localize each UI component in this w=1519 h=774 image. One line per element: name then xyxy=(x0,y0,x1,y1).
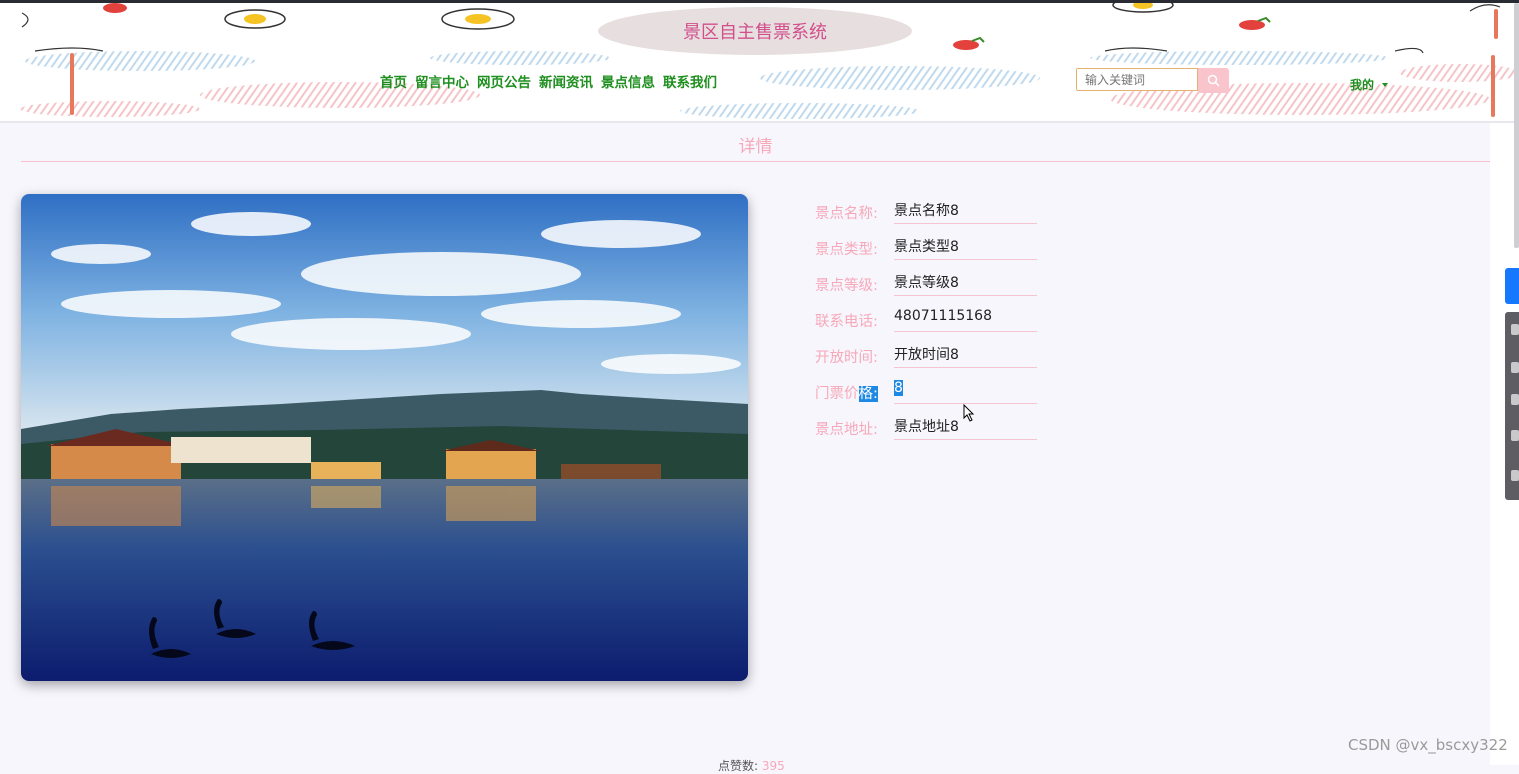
search-icon xyxy=(1207,74,1220,87)
detail-value: 景点名称8 xyxy=(894,203,959,219)
watermark: CSDN @vx_bscxy322 xyxy=(1348,736,1508,754)
detail-row-type: 景点类型: 景点类型8 xyxy=(815,232,1058,268)
detail-label: 景点等级: xyxy=(815,278,878,294)
search-input[interactable] xyxy=(1076,68,1198,91)
nav-contact[interactable]: 联系我们 xyxy=(663,71,717,91)
detail-value: 8 xyxy=(894,380,903,396)
detail-label: 景点类型: xyxy=(815,242,878,258)
nav-home[interactable]: 首页 xyxy=(380,71,407,91)
detail-row-phone: 联系电话: 48071115168 xyxy=(815,304,1058,340)
detail-row-hours: 开放时间: 开放时间8 xyxy=(815,340,1058,376)
mouse-cursor-icon xyxy=(963,404,975,422)
user-menu-label: 我的 xyxy=(1350,78,1375,92)
title-divider xyxy=(21,161,1490,162)
scrollbar-thumb[interactable] xyxy=(1514,3,1519,248)
site-title: 景区自主售票系统 xyxy=(598,7,912,55)
detail-row-price: 门票价格: 8 xyxy=(815,376,1058,412)
toolbar-icon[interactable] xyxy=(1511,394,1519,405)
detail-label: 景点名称: xyxy=(815,206,878,222)
detail-label: 开放时间: xyxy=(815,350,878,366)
detail-value-selected: 8 xyxy=(894,380,903,396)
chevron-down-icon xyxy=(1382,82,1389,87)
nav-news[interactable]: 新闻资讯 xyxy=(539,71,593,91)
detail-value: 景点类型8 xyxy=(894,239,959,255)
side-toolbar[interactable] xyxy=(1505,312,1519,500)
detail-label: 联系电话: xyxy=(815,314,878,330)
detail-label-plain: 门票价 xyxy=(815,386,859,402)
detail-underline xyxy=(894,295,1037,296)
detail-underline xyxy=(894,259,1037,260)
detail-value: 48071115168 xyxy=(894,308,992,324)
detail-value: 开放时间8 xyxy=(894,347,959,363)
main-nav: 首页 留言中心 网页公告 新闻资讯 景点信息 联系我们 xyxy=(380,71,717,91)
detail-panel: 详情 景点名称: 景点名称8 景点类型: 景点类型8 景点等级: 景点等级8 联… xyxy=(21,123,1490,765)
search-button[interactable] xyxy=(1198,68,1229,93)
toolbar-icon[interactable] xyxy=(1511,362,1519,373)
site-header: 景区自主售票系统 首页 留言中心 网页公告 新闻资讯 景点信息 联系我们 我的 xyxy=(0,3,1519,121)
page-title: 详情 xyxy=(738,137,773,157)
detail-value: 景点等级8 xyxy=(894,275,959,291)
detail-label: 景点地址: xyxy=(815,422,878,438)
toolbar-icon[interactable] xyxy=(1511,324,1519,335)
likes-label: 点赞数: xyxy=(718,759,759,773)
detail-underline xyxy=(894,223,1037,224)
side-floating-button[interactable] xyxy=(1505,268,1519,304)
toolbar-icon[interactable] xyxy=(1511,430,1519,441)
likes-value: 395 xyxy=(761,759,785,773)
detail-label: 门票价格: xyxy=(815,382,878,403)
detail-underline xyxy=(894,367,1037,368)
detail-underline xyxy=(894,439,1037,440)
nav-message-center[interactable]: 留言中心 xyxy=(415,71,469,91)
scenic-details: 景点名称: 景点名称8 景点类型: 景点类型8 景点等级: 景点等级8 联系电话… xyxy=(815,196,1058,448)
nav-announcements[interactable]: 网页公告 xyxy=(477,71,531,91)
nav-scenic-info[interactable]: 景点信息 xyxy=(601,71,655,91)
detail-row-name: 景点名称: 景点名称8 xyxy=(815,196,1058,232)
likes-count: 点赞数: 395 xyxy=(718,757,785,774)
detail-value: 景点地址8 xyxy=(894,419,959,435)
scenic-spot-photo xyxy=(21,194,748,681)
user-menu[interactable]: 我的 xyxy=(1350,76,1389,93)
detail-row-level: 景点等级: 景点等级8 xyxy=(815,268,1058,304)
detail-row-address: 景点地址: 景点地址8 xyxy=(815,412,1058,448)
detail-underline xyxy=(894,331,1037,332)
toolbar-icon[interactable] xyxy=(1511,470,1519,481)
detail-label-selected: 格: xyxy=(858,386,878,402)
